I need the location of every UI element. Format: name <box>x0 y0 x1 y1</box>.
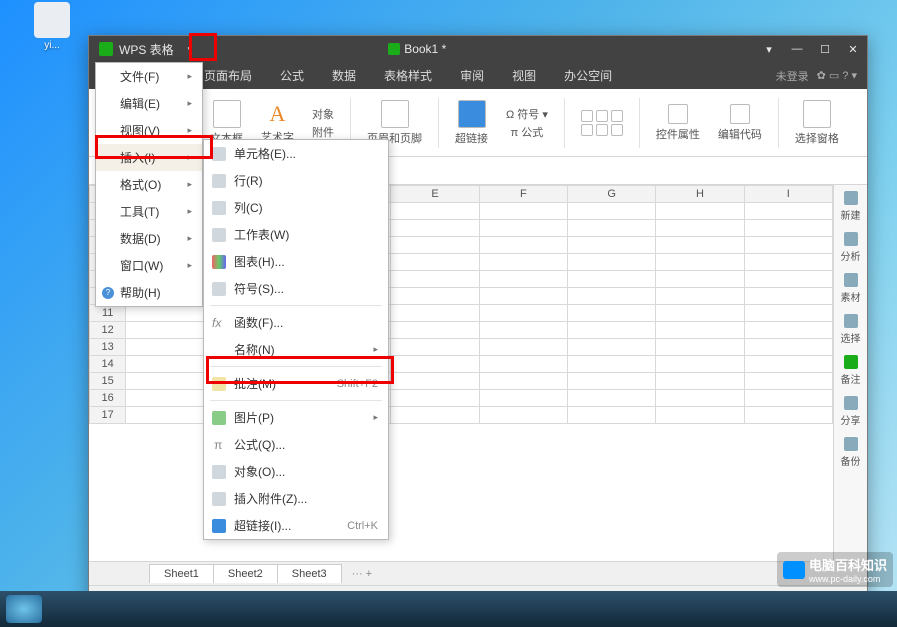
menu-format[interactable]: 格式(O)▸ <box>96 171 202 198</box>
ribbon-formula[interactable]: π 公式 <box>511 124 544 140</box>
col-icon <box>212 201 226 215</box>
menu-office-space[interactable]: 办公空间 <box>564 67 612 84</box>
menu-help[interactable]: ?帮助(H) <box>96 279 202 306</box>
worksheet-icon <box>212 228 226 242</box>
menu-tools[interactable]: 工具(T)▸ <box>96 198 202 225</box>
menu-window[interactable]: 窗口(W)▸ <box>96 252 202 279</box>
app-name: WPS 表格 <box>119 41 174 58</box>
window-close-button[interactable]: ✕ <box>839 43 867 56</box>
main-menu: 文件(F)▸ 编辑(E)▸ 视图(V)▸ 插入(I)▸ 格式(O)▸ 工具(T)… <box>95 62 203 307</box>
ribbon-edit-code[interactable]: 编辑代码 <box>712 104 768 142</box>
menu-review[interactable]: 审阅 <box>460 67 484 84</box>
doc-icon <box>388 43 400 55</box>
side-panel: 新建 分析 素材 选择 备注 分享 备份 <box>833 185 867 561</box>
menu-table-style[interactable]: 表格样式 <box>384 67 432 84</box>
menu-data[interactable]: 数据 <box>332 67 356 84</box>
submenu-function[interactable]: fx函数(F)... <box>204 309 388 336</box>
side-material[interactable]: 素材 <box>841 273 861 304</box>
side-comment[interactable]: 备注 <box>841 355 861 386</box>
menubar: 页面布局 公式 数据 表格样式 审阅 视图 办公空间 未登录 ✿ ▭ ? ▾ <box>89 62 867 89</box>
submenu-object[interactable]: 对象(O)... <box>204 458 388 485</box>
chart-icon <box>212 255 226 269</box>
symbol-icon <box>212 282 226 296</box>
fx-icon: fx <box>212 316 221 330</box>
menu-page-layout[interactable]: 页面布局 <box>204 67 252 84</box>
sheet-tabs: Sheet1 Sheet2 Sheet3 ··· + <box>89 561 867 585</box>
insert-submenu: 单元格(E)... 行(R) 列(C) 工作表(W) 图表(H)... 符号(S… <box>203 139 389 540</box>
ribbon-wordart[interactable]: A艺术字 <box>255 101 300 145</box>
submenu-cell[interactable]: 单元格(E)... <box>204 140 388 167</box>
submenu-comment[interactable]: 批注(M)Shift+F2 <box>204 370 388 397</box>
window-minimize-button[interactable]: — <box>783 43 811 56</box>
watermark-icon <box>783 561 805 579</box>
ribbon-ctrl-prop[interactable]: 控件属性 <box>650 104 706 142</box>
ribbon-col-obj-attach: 对象 附件 <box>306 106 340 140</box>
menu-view[interactable]: 视图 <box>512 67 536 84</box>
watermark: 电脑百科知识 www.pc-daily.com <box>777 552 893 587</box>
hyperlink-icon <box>212 519 226 533</box>
attach-icon <box>212 492 226 506</box>
side-share[interactable]: 分享 <box>841 396 861 427</box>
submenu-insert-attach[interactable]: 插入附件(Z)... <box>204 485 388 512</box>
side-backup[interactable]: 备份 <box>841 437 861 468</box>
comment-icon <box>212 377 226 391</box>
titlebar: WPS 表格 ▾ Book1 * ▾ — ☐ ✕ <box>89 36 867 62</box>
submenu-col[interactable]: 列(C) <box>204 194 388 221</box>
sheet-tab-more[interactable]: ··· + <box>342 565 382 583</box>
menu-view-item[interactable]: 视图(V)▸ <box>96 117 202 144</box>
ribbon-attach[interactable]: 附件 <box>312 124 334 140</box>
ribbon-hyperlink[interactable]: 超链接 <box>449 100 494 146</box>
wps-logo-icon <box>99 42 113 56</box>
menu-edit[interactable]: 编辑(E)▸ <box>96 90 202 117</box>
pi-icon: π <box>214 438 222 452</box>
taskbar[interactable] <box>0 591 897 627</box>
cell-icon <box>212 147 226 161</box>
menu-insert[interactable]: 插入(I)▸ <box>96 144 202 171</box>
start-button[interactable] <box>6 595 42 623</box>
desktop-recycle-icon[interactable]: yi... <box>28 2 76 51</box>
object-icon <box>212 465 226 479</box>
sheet-tab-2[interactable]: Sheet2 <box>214 564 278 583</box>
submenu-worksheet[interactable]: 工作表(W) <box>204 221 388 248</box>
submenu-picture[interactable]: 图片(P)▸ <box>204 404 388 431</box>
ribbon-controls-group[interactable] <box>575 110 629 136</box>
menu-data-item[interactable]: 数据(D)▸ <box>96 225 202 252</box>
sheet-tab-3[interactable]: Sheet3 <box>278 564 342 583</box>
ribbon-symbol[interactable]: Ω 符号 ▾ <box>506 106 548 122</box>
submenu-row[interactable]: 行(R) <box>204 167 388 194</box>
menu-file[interactable]: 文件(F)▸ <box>96 63 202 90</box>
submenu-hyperlink[interactable]: 超链接(I)...Ctrl+K <box>204 512 388 539</box>
doc-title: Book1 * <box>404 42 446 56</box>
side-new[interactable]: 新建 <box>841 191 861 222</box>
help-icon: ? <box>102 287 114 299</box>
sheet-tab-1[interactable]: Sheet1 <box>149 564 214 583</box>
window-maximize-button[interactable]: ☐ <box>811 43 839 56</box>
window-down-button[interactable]: ▾ <box>755 43 783 56</box>
side-select[interactable]: 选择 <box>841 314 861 345</box>
menu-formula[interactable]: 公式 <box>280 67 304 84</box>
row-icon <box>212 174 226 188</box>
submenu-chart[interactable]: 图表(H)... <box>204 248 388 275</box>
side-analyze[interactable]: 分析 <box>841 232 861 263</box>
submenu-formula[interactable]: π公式(Q)... <box>204 431 388 458</box>
login-status[interactable]: 未登录 <box>776 68 809 84</box>
ribbon-col-symbol-formula: Ω 符号 ▾ π 公式 <box>500 106 554 140</box>
ribbon-object[interactable]: 对象 <box>312 106 334 122</box>
menubar-icons[interactable]: ✿ ▭ ? ▾ <box>817 69 857 82</box>
submenu-name[interactable]: 名称(N)▸ <box>204 336 388 363</box>
picture-icon <box>212 411 226 425</box>
app-menu-dropdown[interactable]: ▾ <box>182 42 199 57</box>
ribbon-select-pane[interactable]: 选择窗格 <box>789 100 845 146</box>
submenu-symbol[interactable]: 符号(S)... <box>204 275 388 302</box>
